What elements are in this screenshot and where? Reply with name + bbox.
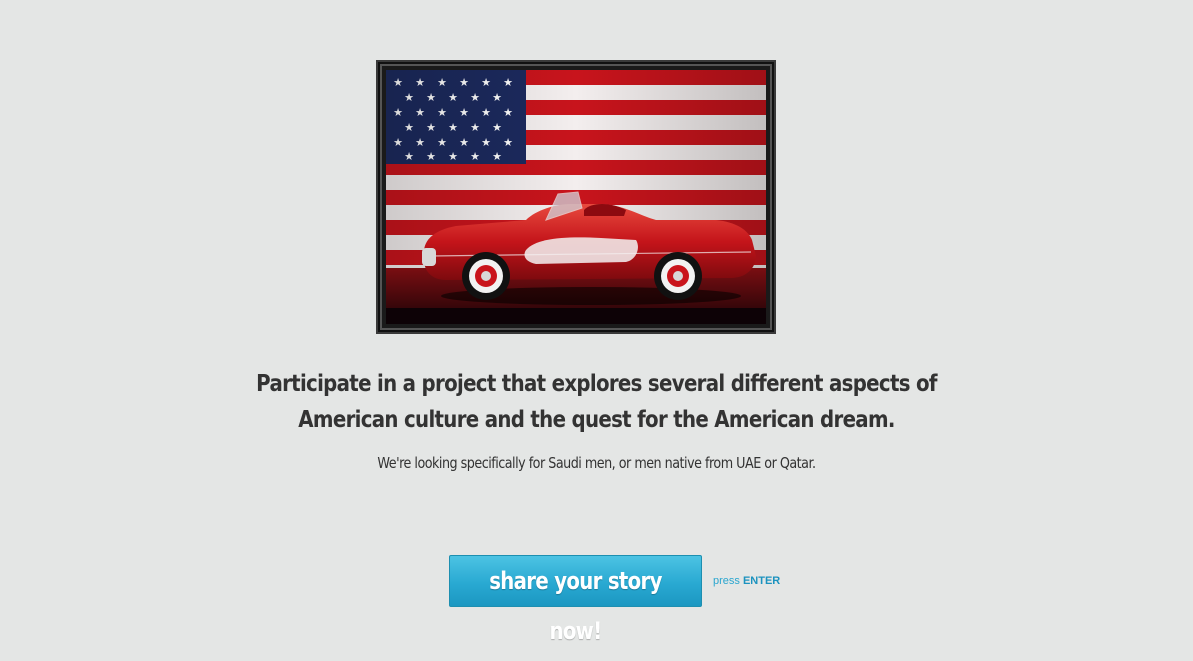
press-enter-hint: press ENTER <box>713 573 780 589</box>
share-story-button[interactable]: share your story now! <box>449 555 702 645</box>
hero-image: ★★★★★★ ★★★★★ ★★★★★★ ★★★★★ ★★★★★★ ★★★★★ <box>386 70 766 324</box>
press-hint-prefix: press <box>713 575 740 587</box>
share-story-button-label: share your story now! <box>489 567 662 645</box>
page-subline: We're looking specifically for Saudi men… <box>377 454 816 472</box>
press-hint-key: ENTER <box>742 575 781 587</box>
hero-image-frame: ★★★★★★ ★★★★★ ★★★★★★ ★★★★★ ★★★★★★ ★★★★★ <box>376 60 776 334</box>
page: ★★★★★★ ★★★★★ ★★★★★★ ★★★★★ ★★★★★★ ★★★★★ <box>0 0 1193 661</box>
page-headline: Participate in a project that explores s… <box>256 371 937 433</box>
